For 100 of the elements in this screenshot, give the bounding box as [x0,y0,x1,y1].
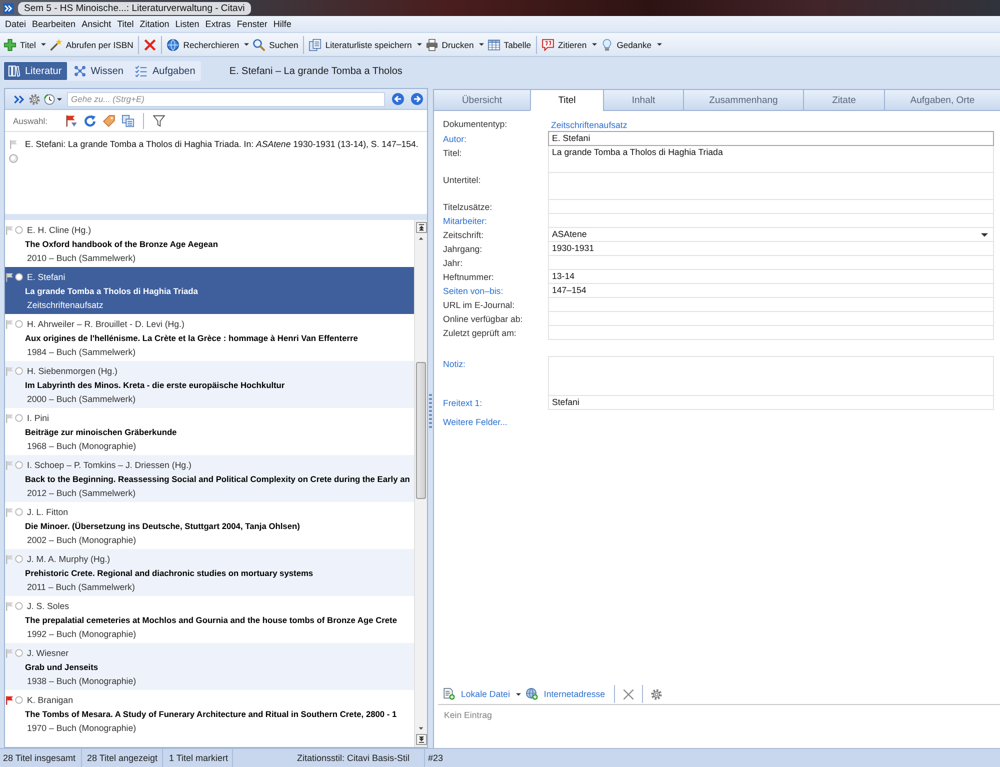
remove-button[interactable] [621,688,636,700]
reference-title: Back to the Beginning. Reassessing Social and Political Complexity on Crete during the Early an [25,473,410,486]
mode-tab[interactable]: Literatur [4,62,67,80]
add-title-button[interactable]: Titel [2,34,48,54]
scroll-to-bottom-button[interactable] [416,734,426,745]
text-field[interactable] [548,213,994,228]
text-field[interactable]: 147–154 [548,283,994,298]
mode-tab[interactable]: Aufgaben [131,62,200,80]
text-field[interactable] [548,199,994,214]
tab[interactable]: Aufgaben, Orte [884,89,1000,111]
reference-title: Aux origines de l'hellénisme. La Crète et la Grèce : hommage à Henri Van Effenterre [25,332,358,345]
field-label-link[interactable]: Autor: [443,132,466,146]
scroll-to-top-button[interactable] [416,222,426,233]
refresh-icon[interactable] [84,114,96,126]
menu-item[interactable]: Fenster [234,17,270,31]
dropdown-field[interactable]: ASAtene [548,227,994,242]
text-field[interactable]: Stefani [548,395,994,410]
menu-item[interactable]: Ansicht [78,17,114,31]
tab[interactable]: Übersicht [433,89,530,111]
forward-arrow-icon[interactable] [411,93,423,105]
tag-icon[interactable] [102,114,114,126]
double-chevron-icon[interactable] [14,94,25,104]
text-field[interactable] [548,311,994,326]
reference-title: Die Minoer. (Übersetzung ins Deutsche, Stuttgart 2004, Tanja Ohlsen) [25,520,300,533]
scroll-up-arrow-icon[interactable] [418,236,424,241]
tab[interactable]: Inhalt [603,89,683,111]
splitter-handle[interactable] [429,394,432,428]
field-label: URL im E-Journal: [443,299,515,312]
text-field[interactable]: 13-14 [548,269,994,284]
reference-title: Im Labyrinth des Minos. Kreta - die erste europäische Hochkultur [25,379,285,392]
dropdown-caret-icon [981,232,988,236]
text-area[interactable]: La grande Tomba a Tholos di Haghia Triada [548,145,994,173]
status-circle-icon[interactable] [15,273,23,281]
caret-icon [516,692,521,696]
text-area[interactable] [548,172,994,200]
cite-button[interactable]: Zitieren [540,34,599,54]
menu-item[interactable]: Extras [202,17,234,31]
settings-button[interactable] [649,688,664,700]
scrollbar-thumb[interactable] [416,362,426,499]
thought-button[interactable]: Gedanke [598,34,664,54]
history-button[interactable] [44,94,62,104]
tab[interactable]: Zusammenhang [683,89,803,111]
plus-icon [4,38,16,50]
search-button[interactable]: Suchen [251,34,300,54]
local-file-button[interactable]: Lokale Datei [443,688,524,700]
documents-icon[interactable] [122,114,134,126]
more-fields-link[interactable]: Weitere Felder... [443,417,508,427]
note-field[interactable] [548,356,994,396]
field-label-link[interactable]: Freitext 1: [443,396,482,410]
author-name: K. Branigan [27,695,73,705]
tab[interactable]: Zitate [803,89,884,111]
document-list-icon [309,38,322,50]
menu-item[interactable]: Listen [172,17,202,31]
field-label: Jahrgang: [443,243,482,256]
back-arrow-icon[interactable] [392,93,404,105]
field-label-link[interactable]: Seiten von–bis: [443,284,504,298]
author-name: I. Schoep – P. Tomkins – J. Driessen (Hg.) [27,460,192,470]
text-field[interactable] [548,325,994,340]
record-heading: E. Stefani – La grande Tomba a Tholos [229,66,402,76]
reference-info: 1938 – Buch (Monographie) [27,675,136,688]
settings-icon[interactable] [29,94,40,104]
scroll-down-arrow-icon[interactable] [418,726,424,731]
text-field[interactable] [548,255,994,270]
menu-item[interactable]: Hilfe [270,17,294,31]
web-address-button[interactable]: Internetadresse [526,688,608,700]
author-name: H. Ahrweiler – R. Brouillet - D. Levi (Hg.) [27,319,184,329]
field-label-link[interactable]: Notiz: [443,357,466,371]
reference-info: 2002 – Buch (Monographie) [27,534,136,547]
caret-icon [416,43,422,46]
table-button[interactable]: Tabelle [486,34,534,54]
mode-tab[interactable]: Wissen [70,62,128,80]
print-button[interactable]: Drucken [424,34,486,54]
text-field[interactable]: E. Stefani [548,131,994,146]
filter-icon[interactable] [152,114,164,126]
menu-item[interactable]: Datei [2,17,30,31]
reference-info: 1992 – Buch (Monographie) [27,628,136,641]
save-list-button[interactable]: Literaturliste speichern [307,34,424,54]
text-field[interactable] [548,297,994,312]
file-add-icon [443,688,455,700]
field-label: Titelzusätze: [443,201,492,214]
field-label-link[interactable]: Mitarbeiter: [443,214,487,228]
tab[interactable]: Titel [530,89,603,111]
scrollbar-track[interactable] [414,220,427,747]
reference-list-item[interactable]: E. Stefani La grande Tomba a Tholos di Haghia Triada Zeitschriftenaufsatz [5,267,414,314]
field-label: Untertitel: [443,174,481,187]
menu-item[interactable]: Titel [114,17,137,31]
reference-title: The Tombs of Mesara. A Study of Funerary Architecture and Ritual in Southern Crete, 2800 - 1 [25,708,397,721]
caret-icon [244,43,250,46]
research-button[interactable]: Recherchieren [165,34,252,54]
quick-search-field[interactable]: Gehe zu... (Strg+E) [67,92,385,106]
flag-filter-icon[interactable] [64,114,76,126]
menu-item[interactable]: Zitation [136,17,172,31]
menu-item[interactable]: Bearbeiten [29,17,79,31]
reference-info: 1984 – Buch (Sammelwerk) [27,346,136,359]
isbn-lookup-button[interactable]: Abrufen per ISBN [48,34,136,54]
flag-icon[interactable] [6,696,13,704]
flag-icon[interactable] [6,272,13,282]
document-type-link[interactable]: Zeitschriftenaufsatz [551,120,628,130]
text-field[interactable]: 1930-1931 [548,241,994,256]
author-name: J. M. A. Murphy (Hg.) [27,554,110,564]
